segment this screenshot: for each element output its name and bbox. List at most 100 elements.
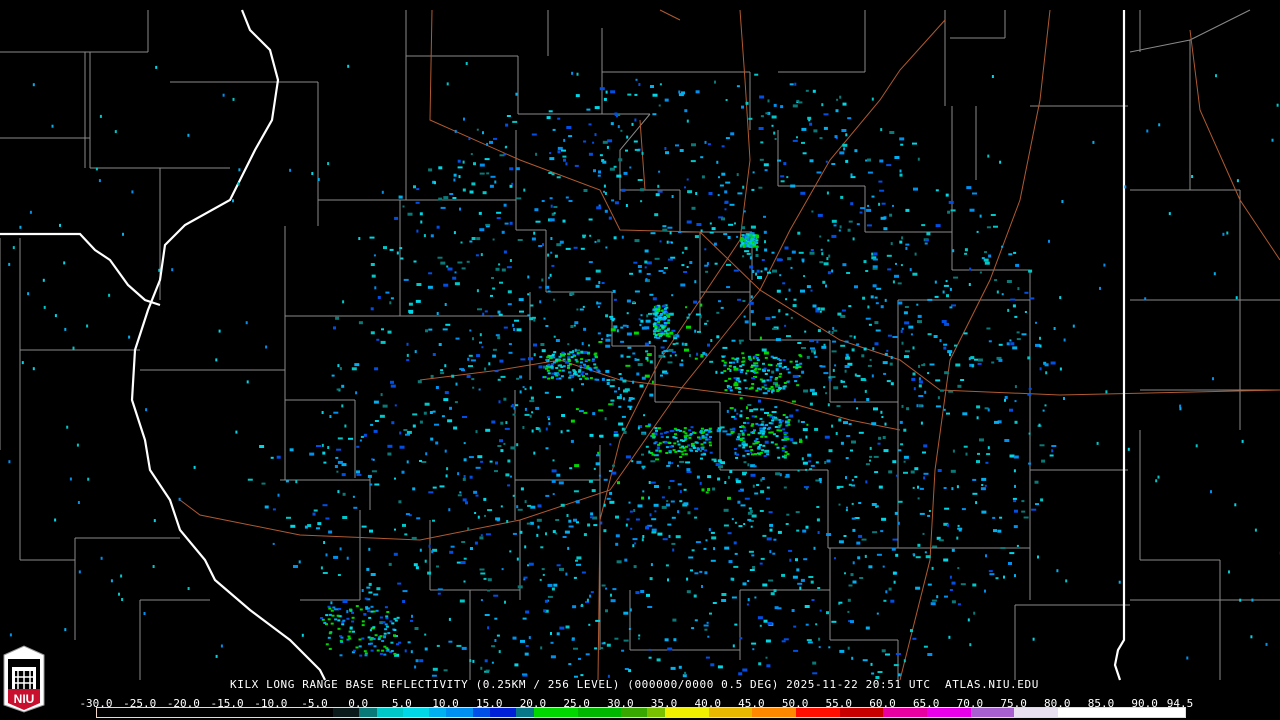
- radar-echo: [580, 674, 584, 677]
- radar-echo: [776, 289, 781, 293]
- radar-echo: [353, 506, 358, 509]
- radar-echo: [1065, 579, 1068, 583]
- radar-echo: [723, 364, 727, 367]
- radar-echo: [419, 420, 423, 424]
- radar-echo: [805, 525, 809, 529]
- radar-echo: [660, 317, 664, 320]
- radar-echo: [743, 210, 746, 213]
- radar-echo: [488, 362, 491, 366]
- radar-echo: [880, 128, 883, 132]
- radar-echo: [789, 558, 792, 562]
- radar-echo: [439, 485, 445, 488]
- radar-echo: [655, 193, 660, 197]
- radar-echo: [810, 464, 815, 467]
- radar-echo: [312, 512, 316, 516]
- radar-echo: [781, 438, 785, 441]
- radar-echo: [853, 398, 856, 402]
- radar-echo: [122, 232, 124, 236]
- radar-echo: [909, 268, 912, 272]
- radar-echo: [704, 140, 707, 144]
- radar-echo: [423, 234, 426, 238]
- radar-echo: [588, 344, 590, 347]
- radar-echo: [454, 401, 458, 404]
- radar-echo: [737, 192, 743, 195]
- radar-echo: [956, 485, 959, 489]
- radar-echo: [771, 115, 777, 119]
- radar-echo: [893, 580, 896, 584]
- radar-echo: [645, 525, 649, 529]
- radar-echo: [945, 280, 948, 283]
- radar-echo: [328, 632, 332, 635]
- radar-echo: [442, 328, 448, 331]
- radar-echo: [328, 607, 332, 610]
- radar-echo: [765, 316, 771, 320]
- radar-echo: [410, 619, 413, 622]
- radar-echo: [552, 356, 556, 359]
- radar-echo: [349, 626, 353, 629]
- radar-echo: [601, 377, 605, 381]
- radar-echo: [667, 523, 672, 526]
- radar-echo: [984, 589, 986, 593]
- radar-echo: [454, 282, 460, 286]
- radar-echo: [758, 662, 762, 666]
- radar-echo: [731, 596, 737, 599]
- radar-echo: [407, 212, 413, 216]
- radar-echo: [245, 321, 248, 325]
- colorbar-segment: [883, 708, 927, 717]
- radar-echo: [562, 536, 567, 538]
- radar-echo: [845, 457, 849, 460]
- radar-echo: [668, 534, 671, 538]
- radar-echo: [1127, 447, 1130, 451]
- radar-echo: [575, 94, 580, 98]
- radar-echo: [705, 491, 709, 494]
- radar-echo: [222, 93, 225, 97]
- radar-echo: [459, 368, 465, 371]
- radar-echo: [583, 140, 587, 143]
- radar-echo: [681, 453, 685, 456]
- radar-echo: [498, 263, 501, 266]
- radar-echo: [944, 371, 950, 375]
- radar-echo: [712, 487, 716, 491]
- radar-echo: [571, 388, 574, 392]
- radar-echo: [723, 370, 727, 373]
- radar-echo: [761, 386, 765, 389]
- radar-echo: [787, 423, 791, 426]
- radar-echo: [328, 613, 332, 616]
- radar-echo: [576, 556, 582, 560]
- radar-echo: [462, 160, 465, 164]
- radar-echo: [558, 358, 562, 361]
- radar-echo: [531, 316, 536, 319]
- radar-echo: [699, 315, 702, 319]
- radar-echo: [337, 627, 341, 630]
- radar-echo: [381, 649, 385, 652]
- radar-echo: [971, 364, 974, 368]
- radar-echo: [683, 427, 687, 430]
- radar-echo: [877, 671, 883, 673]
- radar-echo: [686, 266, 689, 268]
- radar-echo: [664, 98, 669, 102]
- radar-echo: [615, 542, 619, 546]
- radar-echo: [468, 354, 473, 357]
- radar-echo: [799, 586, 802, 590]
- radar-echo: [377, 638, 381, 641]
- radar-echo: [625, 149, 628, 152]
- radar-echo: [436, 644, 440, 647]
- radar-echo: [270, 456, 274, 459]
- radar-echo: [750, 449, 754, 451]
- radar-echo: [819, 480, 822, 484]
- radar-echo: [886, 380, 891, 383]
- radar-echo: [813, 129, 818, 133]
- radar-echo: [368, 547, 371, 551]
- radar-echo: [785, 473, 790, 477]
- radar-echo: [765, 639, 771, 643]
- radar-echo: [588, 152, 593, 156]
- radar-echo: [824, 461, 827, 464]
- radar-echo: [351, 620, 355, 623]
- radar-echo: [566, 126, 572, 129]
- radar-echo: [901, 404, 904, 408]
- radar-echo: [584, 377, 588, 380]
- radar-echo: [524, 545, 527, 549]
- radar-echo: [1032, 637, 1035, 641]
- radar-echo: [743, 421, 746, 424]
- radar-echo: [891, 547, 896, 551]
